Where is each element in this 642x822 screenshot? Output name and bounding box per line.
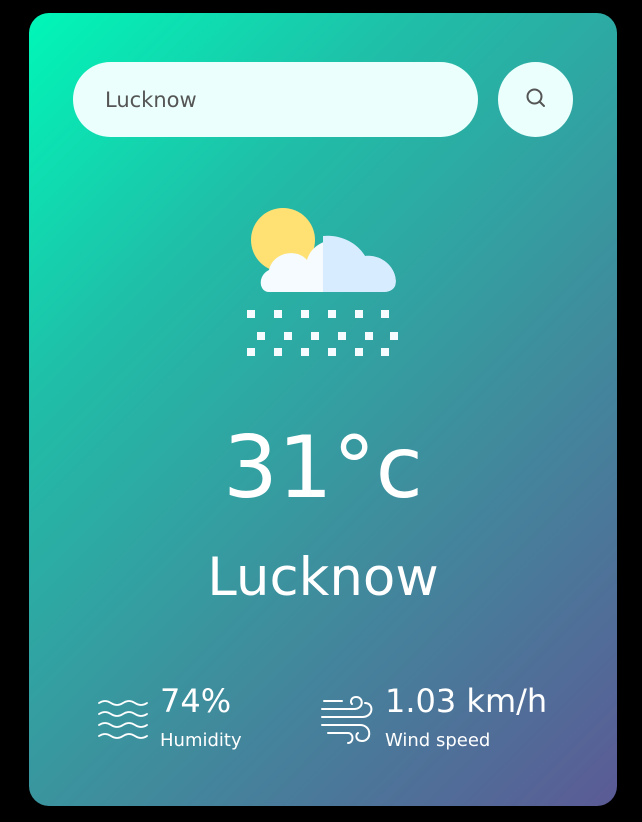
weather-card: 31°c Lucknow 74% Humidity: [29, 13, 617, 806]
city-name: Lucknow: [207, 547, 439, 608]
humidity-detail: 74% Humidity: [97, 681, 297, 761]
wind-icon: [320, 695, 374, 749]
search-icon: [524, 86, 548, 114]
search-button[interactable]: [498, 62, 573, 137]
humidity-waves-icon: [97, 695, 149, 747]
humidity-label: Humidity: [160, 730, 242, 751]
search-bar: [73, 62, 573, 137]
search-input[interactable]: [73, 62, 478, 137]
sun-cloud-snow-icon: [247, 208, 399, 356]
wind-speed-value: 1.03 km/h: [385, 682, 548, 720]
temperature: 31°c: [223, 418, 423, 518]
wind-speed-label: Wind speed: [385, 730, 491, 751]
humidity-value: 74%: [160, 682, 232, 720]
wind-detail: 1.03 km/h Wind speed: [320, 681, 580, 761]
